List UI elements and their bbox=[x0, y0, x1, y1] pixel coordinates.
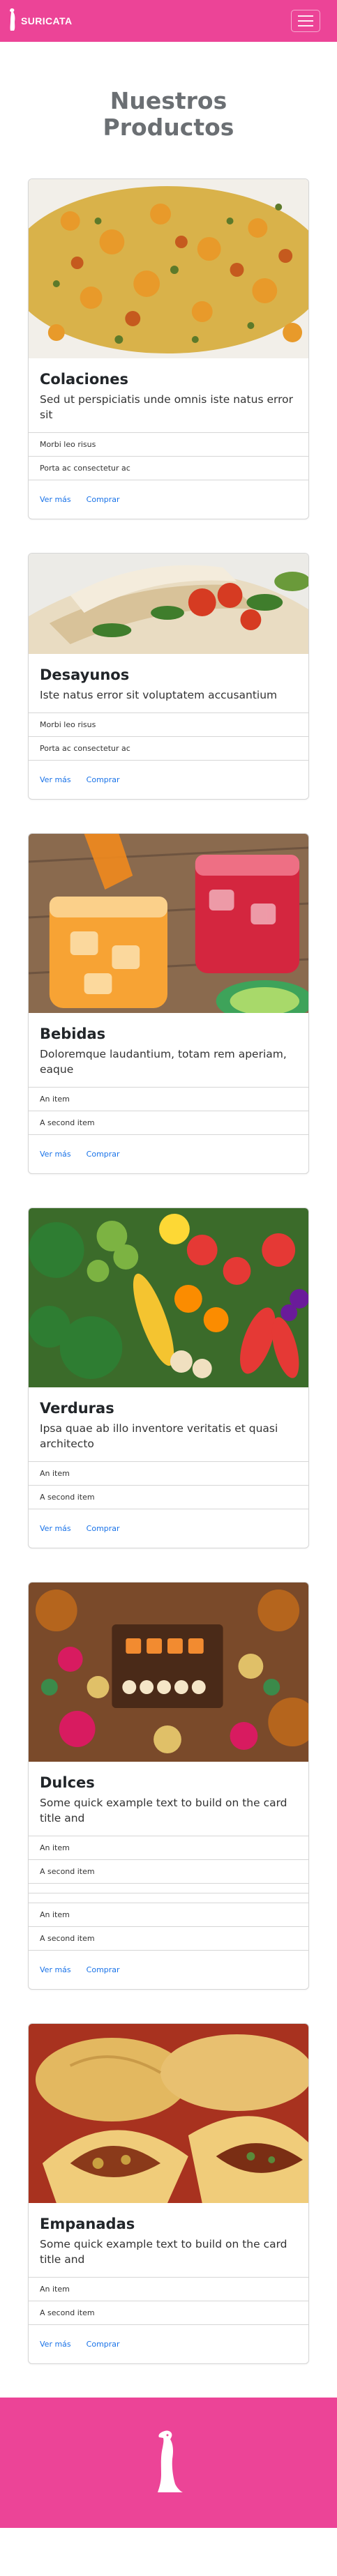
list-item: Morbi leo risus bbox=[29, 712, 308, 736]
product-card-verduras: Verduras Ipsa quae ab illo inventore ver… bbox=[28, 1207, 309, 1548]
ver-mas-link[interactable]: Ver más bbox=[40, 1524, 71, 1533]
navbar: SURICATA bbox=[0, 0, 337, 42]
card-text: Some quick example text to build on the … bbox=[40, 1797, 287, 1824]
product-image-desayunos bbox=[29, 554, 308, 654]
page-title-line1: Nuestros bbox=[110, 87, 227, 114]
product-card-colaciones: Colaciones Sed ut perspiciatis unde omni… bbox=[28, 178, 309, 519]
product-image-verduras bbox=[29, 1208, 308, 1387]
ver-mas-link[interactable]: Ver más bbox=[40, 495, 71, 504]
card-body: Dulces Some quick example text to build … bbox=[29, 1762, 308, 1836]
product-image-empanadas bbox=[29, 2024, 308, 2203]
card-body: Bebidas Doloremque laudantium, totam rem… bbox=[29, 1013, 308, 1087]
card-body: Desayunos Iste natus error sit voluptate… bbox=[29, 654, 308, 712]
list-item-empty bbox=[29, 1893, 308, 1903]
hamburger-icon-line bbox=[298, 25, 313, 26]
list-item-empty bbox=[29, 1883, 308, 1893]
product-image-bebidas bbox=[29, 834, 308, 1013]
hamburger-icon-line bbox=[298, 15, 313, 17]
card-title: Dulces bbox=[40, 1774, 95, 1791]
product-card-empanadas: Empanadas Some quick example text to bui… bbox=[28, 2023, 309, 2364]
ver-mas-link[interactable]: Ver más bbox=[40, 1150, 71, 1159]
page-title: Nuestros Productos bbox=[0, 88, 337, 141]
meerkat-icon bbox=[152, 2428, 186, 2498]
card-text: Iste natus error sit voluptatem accusant… bbox=[40, 689, 278, 701]
product-image-colaciones bbox=[29, 179, 308, 358]
product-card-bebidas: Bebidas Doloremque laudantium, totam rem… bbox=[28, 833, 309, 1174]
comprar-link[interactable]: Comprar bbox=[87, 1524, 120, 1533]
card-links: Ver más Comprar bbox=[29, 480, 308, 519]
meerkat-icon bbox=[8, 8, 17, 34]
list-item: An item bbox=[29, 2277, 308, 2301]
ver-mas-link[interactable]: Ver más bbox=[40, 1965, 71, 1974]
list-item: An item bbox=[29, 1836, 308, 1859]
card-text: Sed ut perspiciatis unde omnis iste natu… bbox=[40, 393, 293, 421]
hamburger-icon-line bbox=[298, 20, 313, 22]
list-item: A second item bbox=[29, 2301, 308, 2324]
card-title: Empanadas bbox=[40, 2216, 135, 2232]
card-links: Ver más Comprar bbox=[29, 1509, 308, 1548]
list-item: Porta ac consectetur ac bbox=[29, 736, 308, 760]
card-title: Bebidas bbox=[40, 1026, 106, 1042]
comprar-link[interactable]: Comprar bbox=[87, 495, 120, 504]
comprar-link[interactable]: Comprar bbox=[87, 2340, 120, 2349]
list-item: An item bbox=[29, 1087, 308, 1111]
card-title: Desayunos bbox=[40, 666, 130, 683]
card-text: Doloremque laudantium, totam rem aperiam… bbox=[40, 1048, 287, 1076]
list-item: A second item bbox=[29, 1926, 308, 1950]
brand-name: SURICATA bbox=[21, 15, 73, 26]
card-links: Ver más Comprar bbox=[29, 1950, 308, 1989]
list-item: Morbi leo risus bbox=[29, 432, 308, 456]
card-text: Ipsa quae ab illo inventore veritatis et… bbox=[40, 1422, 278, 1450]
comprar-link[interactable]: Comprar bbox=[87, 775, 120, 784]
card-body: Empanadas Some quick example text to bui… bbox=[29, 2203, 308, 2277]
card-text: Some quick example text to build on the … bbox=[40, 2238, 287, 2266]
footer bbox=[0, 2398, 337, 2528]
list-item: A second item bbox=[29, 1111, 308, 1134]
card-body: Colaciones Sed ut perspiciatis unde omni… bbox=[29, 358, 308, 432]
ver-mas-link[interactable]: Ver más bbox=[40, 775, 71, 784]
comprar-link[interactable]: Comprar bbox=[87, 1965, 120, 1974]
card-title: Colaciones bbox=[40, 371, 128, 388]
list-item: Porta ac consectetur ac bbox=[29, 456, 308, 480]
card-title: Verduras bbox=[40, 1400, 114, 1417]
brand[interactable]: SURICATA bbox=[8, 8, 72, 34]
ver-mas-link[interactable]: Ver más bbox=[40, 2340, 71, 2349]
card-links: Ver más Comprar bbox=[29, 1134, 308, 1173]
card-body: Verduras Ipsa quae ab illo inventore ver… bbox=[29, 1387, 308, 1461]
product-card-desayunos: Desayunos Iste natus error sit voluptate… bbox=[28, 553, 309, 800]
list-item: A second item bbox=[29, 1485, 308, 1509]
product-image-dulces bbox=[29, 1583, 308, 1762]
list-item: A second item bbox=[29, 1859, 308, 1883]
product-list: Colaciones Sed ut perspiciatis unde omni… bbox=[0, 178, 337, 2364]
menu-toggle-button[interactable] bbox=[291, 10, 320, 32]
list-item: An item bbox=[29, 1461, 308, 1485]
card-links: Ver más Comprar bbox=[29, 2324, 308, 2363]
page-title-line2: Productos bbox=[103, 114, 234, 141]
product-card-dulces: Dulces Some quick example text to build … bbox=[28, 1582, 309, 1990]
card-links: Ver más Comprar bbox=[29, 760, 308, 799]
list-item: An item bbox=[29, 1903, 308, 1926]
comprar-link[interactable]: Comprar bbox=[87, 1150, 120, 1159]
